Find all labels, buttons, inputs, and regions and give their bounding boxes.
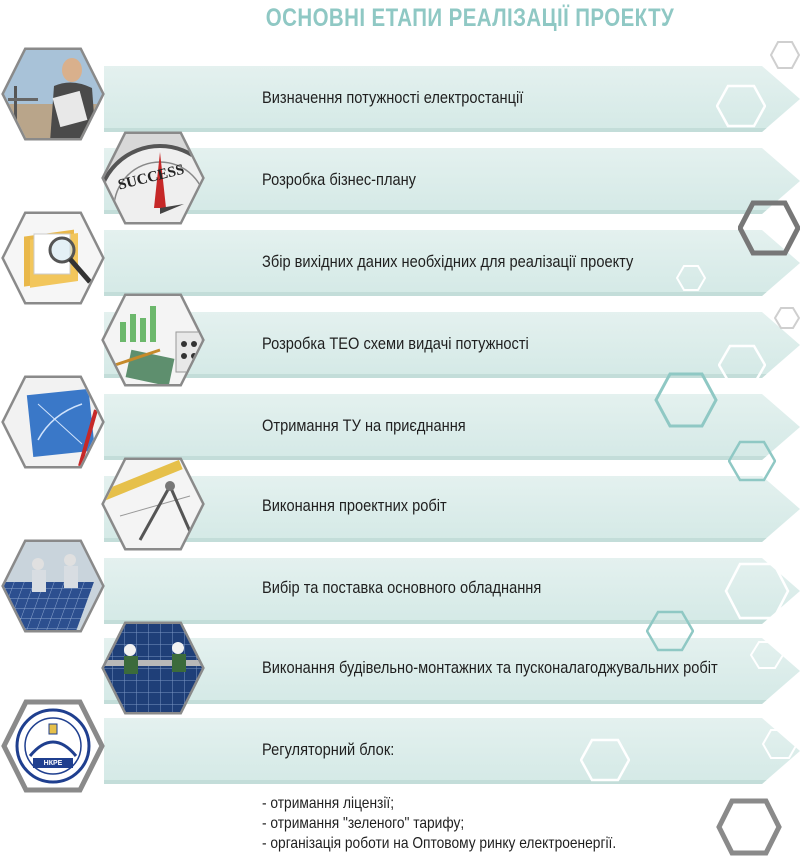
- step-label-7: Вибір та поставка основного обладнання: [262, 578, 542, 597]
- decorative-hexagon-icon: [580, 738, 630, 782]
- step-label-9: Регуляторний блок:: [262, 740, 395, 759]
- nkre-seal-text: НКРЕ: [43, 760, 63, 767]
- step-label-3: Збір вихідних даних необхідних для реалі…: [262, 252, 634, 271]
- nkre-seal-icon: [0, 698, 106, 794]
- compass-success-icon: SUCCESS: [100, 130, 206, 226]
- regulatory-item: - отримання ліцензії;: [262, 795, 395, 812]
- decorative-hexagon-icon: [728, 440, 776, 482]
- blueprint-icon: [0, 374, 106, 470]
- step-label-1: Визначення потужності електростанції: [262, 88, 524, 107]
- step-label-6: Виконання проектних робіт: [262, 496, 447, 515]
- step-banner-6: [104, 476, 800, 542]
- decorative-hexagon-icon: [654, 372, 718, 428]
- step-label-2: Розробка бізнес-плану: [262, 170, 417, 189]
- decorative-hexagon-icon: [716, 798, 782, 856]
- charts-calculator-icon: [100, 292, 206, 388]
- decorative-hexagon-icon: [646, 610, 694, 652]
- drafting-tools-icon: [100, 456, 206, 552]
- solar-panel-workers-icon: [0, 538, 106, 634]
- regulatory-items-list: - отримання ліцензії; - отримання "зелен…: [262, 794, 616, 854]
- decorative-hexagon-icon: [762, 728, 798, 760]
- step-banner-9: [104, 718, 800, 784]
- decorative-hexagon-icon: [724, 562, 790, 620]
- decorative-hexagon-icon: [716, 84, 766, 128]
- decorative-hexagon-icon: [738, 200, 800, 256]
- installation-icon: [100, 620, 206, 716]
- decorative-hexagon-icon: [770, 40, 800, 70]
- step-banner-2: [104, 148, 800, 214]
- step-label-8: Виконання будівельно-монтажних та пускон…: [262, 658, 718, 677]
- decorative-hexagon-icon: [676, 264, 706, 292]
- engineer-icon: [0, 46, 106, 142]
- page-title: ОСНОВНІ ЕТАПИ РЕАЛІЗАЦІЇ ПРОЕКТУ: [265, 4, 675, 32]
- step-label-5: Отримання ТУ на приєднання: [262, 416, 466, 435]
- decorative-hexagon-icon: [750, 640, 784, 670]
- regulatory-item: - організація роботи на Оптовому ринку е…: [262, 835, 617, 852]
- regulatory-item: - отримання "зеленого" тарифу;: [262, 815, 465, 832]
- folders-magnifier-icon: [0, 210, 106, 306]
- decorative-hexagon-icon: [718, 344, 766, 386]
- decorative-hexagon-icon: [774, 306, 800, 330]
- step-label-4: Розробка ТЕО схеми видачі потужності: [262, 334, 529, 353]
